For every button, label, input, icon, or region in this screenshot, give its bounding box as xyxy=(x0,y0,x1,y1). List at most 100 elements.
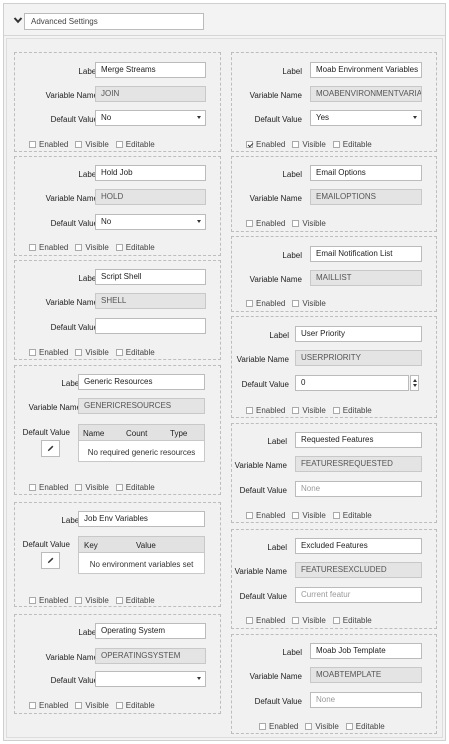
chevron-down-icon[interactable] xyxy=(13,15,23,25)
edit-env-variables-button[interactable] xyxy=(41,552,60,569)
requested-features-default-input[interactable]: None xyxy=(295,481,422,497)
editable-checkbox[interactable] xyxy=(115,484,123,491)
visible-checkbox[interactable] xyxy=(292,300,300,307)
enabled-checkbox[interactable] xyxy=(29,597,36,604)
editable-checkbox[interactable] xyxy=(115,244,123,251)
label-caption: Label xyxy=(282,67,302,76)
visible-checkbox[interactable] xyxy=(292,220,300,227)
visible-checkbox[interactable] xyxy=(292,617,300,624)
editable-checkbox[interactable] xyxy=(115,597,123,604)
moab-job-template-variable-field: MOABTEMPLATE xyxy=(310,667,422,683)
enabled-checkbox[interactable] xyxy=(29,244,36,251)
label-caption: Label xyxy=(282,251,302,260)
column-header: Count xyxy=(126,429,148,438)
job-env-variables-label-input[interactable]: Job Env Variables xyxy=(78,511,205,527)
default-value-caption: Default Value xyxy=(50,115,98,124)
generic-resources-table: Name Count Type No required generic reso… xyxy=(78,424,205,462)
email-options-label-input[interactable]: Email Options xyxy=(310,165,422,181)
visible-checkbox[interactable] xyxy=(292,141,300,148)
generic-resources-card: Label Generic Resources Variable Name GE… xyxy=(14,365,221,495)
visible-checkbox[interactable] xyxy=(305,723,313,730)
visible-checkbox[interactable] xyxy=(75,702,83,709)
visible-checkbox[interactable] xyxy=(292,512,300,519)
user-priority-default-input[interactable]: 0 xyxy=(295,375,409,391)
decrement-icon[interactable] xyxy=(413,384,417,387)
visible-label: Visible xyxy=(85,348,109,357)
editable-checkbox[interactable] xyxy=(115,141,123,148)
moab-env-variables-label-input[interactable]: Moab Environment Variables xyxy=(310,62,422,78)
panel-header[interactable]: Advanced Settings xyxy=(4,4,445,36)
priority-spinner[interactable] xyxy=(410,375,419,391)
visible-checkbox[interactable] xyxy=(75,484,83,491)
operating-system-card: Label Operating System Variable Name OPE… xyxy=(14,614,221,714)
default-value-caption: Default Value xyxy=(22,540,70,549)
visible-checkbox[interactable] xyxy=(75,597,83,604)
visible-label: Visible xyxy=(302,299,326,308)
enabled-checkbox[interactable] xyxy=(246,407,253,414)
increment-icon[interactable] xyxy=(413,379,417,382)
checkbox-row: Enabled Visible Editable xyxy=(29,243,162,253)
moab-job-template-default-input[interactable]: None xyxy=(310,692,422,708)
editable-checkbox[interactable] xyxy=(332,141,340,148)
enabled-label: Enabled xyxy=(39,243,69,252)
enabled-checkbox[interactable] xyxy=(246,512,253,519)
requested-features-variable-field: FEATURESREQUESTED xyxy=(295,456,422,472)
enabled-label: Enabled xyxy=(256,511,286,520)
editable-checkbox[interactable] xyxy=(332,512,340,519)
editable-checkbox[interactable] xyxy=(332,617,340,624)
enabled-checkbox[interactable] xyxy=(259,723,266,730)
script-shell-default-input[interactable] xyxy=(95,318,206,334)
label-caption: Label xyxy=(267,437,287,446)
enabled-checkbox[interactable] xyxy=(29,141,36,148)
hold-job-label-input[interactable]: Hold Job xyxy=(95,165,206,181)
enabled-label: Enabled xyxy=(256,140,286,149)
moab-job-template-card: Label Moab Job Template Variable Name MO… xyxy=(231,634,437,734)
job-env-variables-card: Label Job Env Variables Default Value Ke… xyxy=(14,502,221,607)
requested-features-label-input[interactable]: Requested Features xyxy=(295,432,422,448)
visible-checkbox[interactable] xyxy=(75,141,83,148)
merge-streams-variable-field: JOIN xyxy=(95,86,206,102)
script-shell-label-input[interactable]: Script Shell xyxy=(95,269,206,285)
checkbox-row: Enabled Visible Editable xyxy=(246,406,379,416)
editable-label: Editable xyxy=(342,511,372,520)
script-shell-card: Label Script Shell Variable Name SHELL D… xyxy=(14,260,221,360)
checkbox-row: Enabled Visible Editable xyxy=(259,722,392,732)
email-notification-list-label-input[interactable]: Email Notification List xyxy=(310,246,422,262)
excluded-features-default-input[interactable]: Current featur xyxy=(295,587,422,603)
visible-checkbox[interactable] xyxy=(75,349,83,356)
visible-label: Visible xyxy=(302,511,326,520)
hold-job-variable-field: HOLD xyxy=(95,189,206,205)
generic-resources-label-input[interactable]: Generic Resources xyxy=(78,374,205,390)
column-header: Name xyxy=(83,429,105,438)
visible-checkbox[interactable] xyxy=(75,244,83,251)
moab-env-variables-variable-field: MOABENVIRONMENTVARIAB xyxy=(310,86,422,102)
visible-label: Visible xyxy=(85,243,109,252)
enabled-checkbox[interactable] xyxy=(246,617,253,624)
enabled-checkbox[interactable] xyxy=(29,702,36,709)
visible-checkbox[interactable] xyxy=(292,407,300,414)
operating-system-label-input[interactable]: Operating System xyxy=(95,623,206,639)
chevron-down-icon xyxy=(413,116,417,119)
chevron-down-icon xyxy=(197,220,201,223)
editable-checkbox[interactable] xyxy=(115,349,123,356)
editable-checkbox[interactable] xyxy=(332,407,340,414)
operating-system-default-select[interactable] xyxy=(95,671,206,687)
select-value: Yes xyxy=(316,113,330,122)
enabled-checkbox[interactable] xyxy=(246,300,253,307)
editable-checkbox[interactable] xyxy=(115,702,123,709)
enabled-checkbox-checked[interactable] xyxy=(246,141,253,148)
hold-job-default-select[interactable]: No xyxy=(95,214,206,230)
table-header: Key Value xyxy=(79,537,204,553)
merge-streams-label-input[interactable]: Merge Streams xyxy=(95,62,206,78)
moab-job-template-label-input[interactable]: Moab Job Template xyxy=(310,643,422,659)
user-priority-label-input[interactable]: User Priority xyxy=(295,326,422,342)
merge-streams-default-select[interactable]: No xyxy=(95,110,206,126)
enabled-checkbox[interactable] xyxy=(29,484,36,491)
excluded-features-label-input[interactable]: Excluded Features xyxy=(295,538,422,554)
enabled-checkbox[interactable] xyxy=(246,220,253,227)
edit-resources-button[interactable] xyxy=(41,440,60,457)
visible-label: Visible xyxy=(315,722,339,731)
editable-checkbox[interactable] xyxy=(345,723,353,730)
enabled-checkbox[interactable] xyxy=(29,349,36,356)
moab-env-variables-default-select[interactable]: Yes xyxy=(310,110,422,126)
